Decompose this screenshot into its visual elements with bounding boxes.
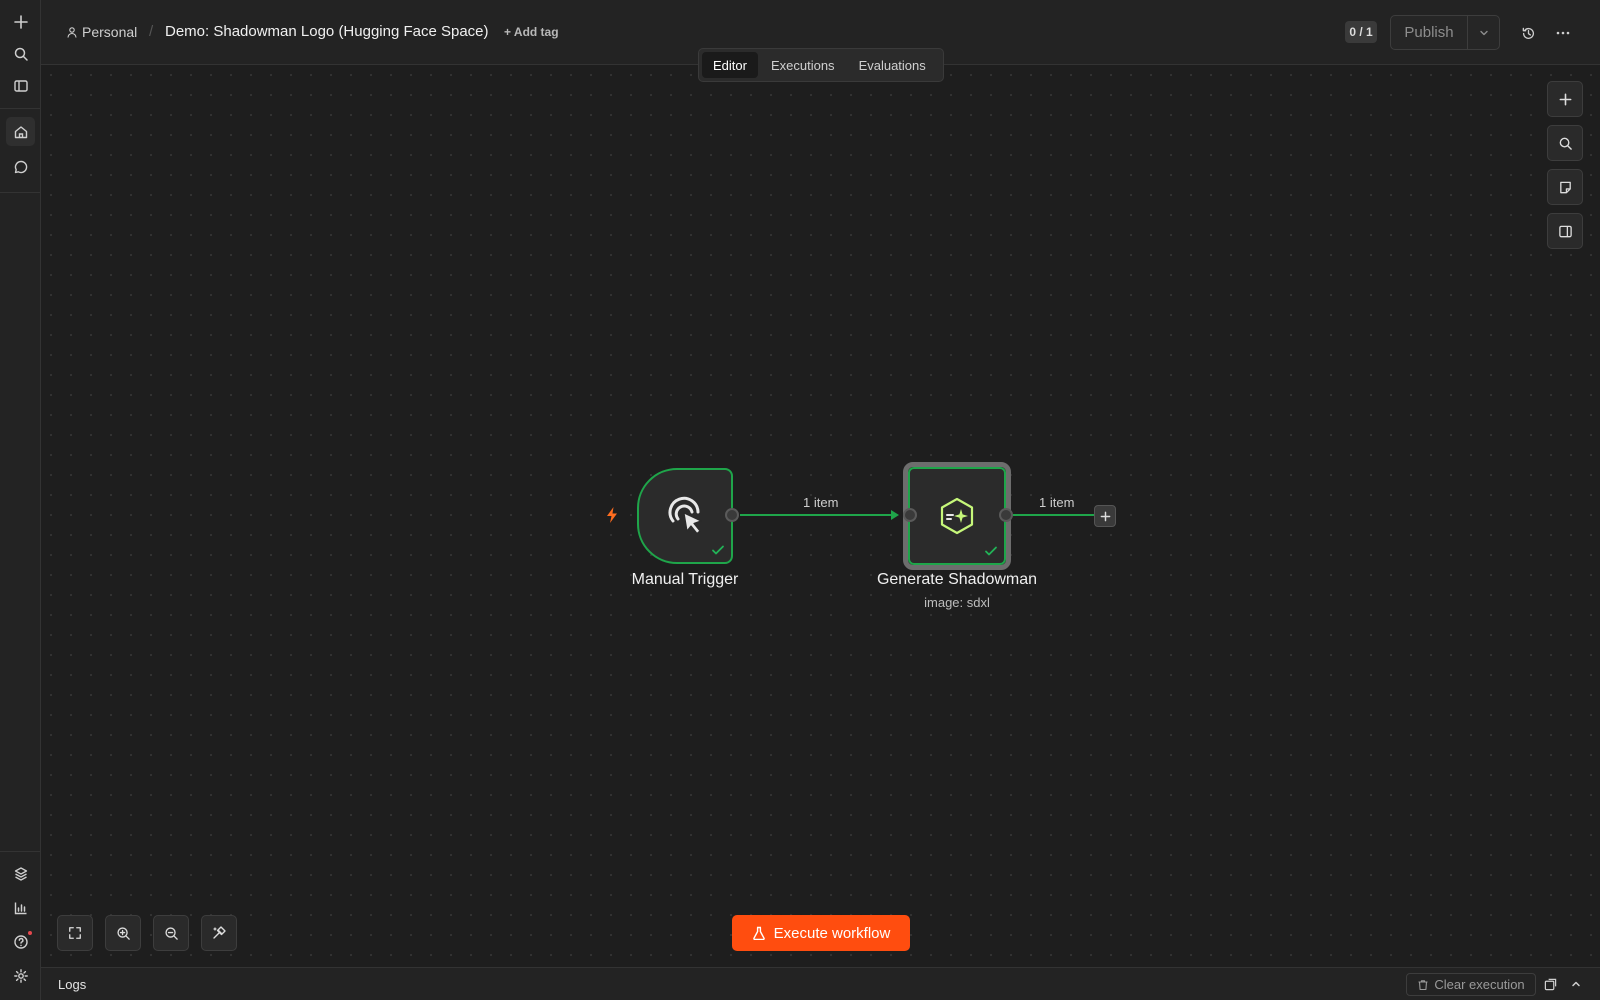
publish-button-group: Publish	[1390, 15, 1500, 50]
execute-workflow-button[interactable]: Execute workflow	[732, 915, 910, 951]
node-subtitle: image: sdxl	[924, 595, 990, 610]
open-in-new-window-icon[interactable]	[1541, 975, 1559, 993]
success-check-icon	[984, 544, 998, 558]
node-selection-ring	[903, 462, 1011, 570]
node-name: Generate Shadowman	[876, 571, 1038, 588]
home-icon[interactable]	[6, 117, 35, 146]
rail-divider	[0, 192, 40, 193]
tab-evaluations[interactable]: Evaluations	[848, 52, 937, 78]
connection-label: 1 item	[803, 495, 839, 510]
add-tag-button[interactable]: + Add tag	[504, 25, 559, 39]
rail-divider	[0, 108, 40, 109]
output-handle[interactable]	[999, 508, 1013, 522]
active-counter-badge: 0 / 1	[1345, 21, 1377, 43]
chevron-down-icon	[1479, 30, 1488, 35]
connection-arrow	[891, 510, 899, 520]
ai-hexagon-icon	[940, 497, 974, 535]
settings-icon[interactable]	[6, 961, 35, 990]
sidebar-toggle-icon[interactable]	[6, 71, 35, 100]
cursor-click-icon	[668, 496, 702, 535]
publish-dropdown-button[interactable]	[1467, 16, 1499, 49]
sticky-note-icon[interactable]	[1547, 169, 1583, 205]
templates-icon[interactable]	[6, 859, 35, 888]
input-handle[interactable]	[903, 508, 917, 522]
clear-execution-label: Clear execution	[1434, 977, 1525, 992]
tab-editor[interactable]: Editor	[702, 52, 758, 78]
chevron-up-icon[interactable]	[1567, 975, 1585, 993]
view-tabs: Editor Executions Evaluations	[698, 48, 944, 82]
output-handle[interactable]	[725, 508, 739, 522]
fit-view-icon[interactable]	[57, 915, 93, 951]
help-icon[interactable]	[6, 927, 35, 956]
more-options-icon[interactable]	[1551, 21, 1575, 45]
connections-layer	[740, 510, 1094, 520]
breadcrumb-separator: /	[149, 23, 154, 40]
tidy-up-icon[interactable]	[201, 915, 237, 951]
zoom-in-icon[interactable]	[105, 915, 141, 951]
tab-executions[interactable]: Executions	[760, 52, 846, 78]
trigger-bolt-icon	[605, 506, 619, 524]
notification-dot	[28, 931, 32, 935]
logs-panel-bar: Logs Clear execution	[41, 967, 1600, 1000]
create-plus-icon[interactable]	[6, 7, 35, 36]
add-node-button[interactable]	[1094, 505, 1116, 527]
zoom-out-icon[interactable]	[153, 915, 189, 951]
logs-title[interactable]: Logs	[58, 977, 86, 992]
execute-workflow-label: Execute workflow	[773, 924, 891, 942]
workflow-canvas[interactable]: 1 item 1 item Manual Trigger Generate Sh…	[41, 65, 1600, 967]
node-generate-shadowman[interactable]	[908, 467, 1006, 565]
search-icon[interactable]	[6, 39, 35, 68]
rail-divider	[0, 851, 40, 852]
trash-icon	[1418, 979, 1428, 990]
user-icon	[67, 26, 77, 38]
search-nodes-icon[interactable]	[1547, 125, 1583, 161]
history-icon[interactable]	[1516, 21, 1540, 45]
add-node-plus-icon[interactable]	[1547, 81, 1583, 117]
chat-icon[interactable]	[6, 152, 35, 181]
breadcrumb-project-label: Personal	[82, 24, 138, 40]
workflow-title[interactable]: Demo: Shadowman Logo (Hugging Face Space…	[165, 23, 489, 40]
success-check-icon	[711, 543, 725, 557]
insights-icon[interactable]	[6, 893, 35, 922]
publish-button[interactable]: Publish	[1391, 16, 1467, 49]
connection-label: 1 item	[1039, 495, 1075, 510]
panel-toggle-icon[interactable]	[1547, 213, 1583, 249]
node-name: Manual Trigger	[631, 571, 739, 588]
breadcrumb-project[interactable]: Personal	[67, 23, 137, 41]
node-manual-trigger[interactable]	[637, 468, 733, 564]
plus-icon	[1100, 511, 1110, 521]
left-rail	[0, 0, 41, 1000]
flask-icon	[752, 926, 765, 940]
clear-execution-button[interactable]: Clear execution	[1406, 973, 1536, 996]
